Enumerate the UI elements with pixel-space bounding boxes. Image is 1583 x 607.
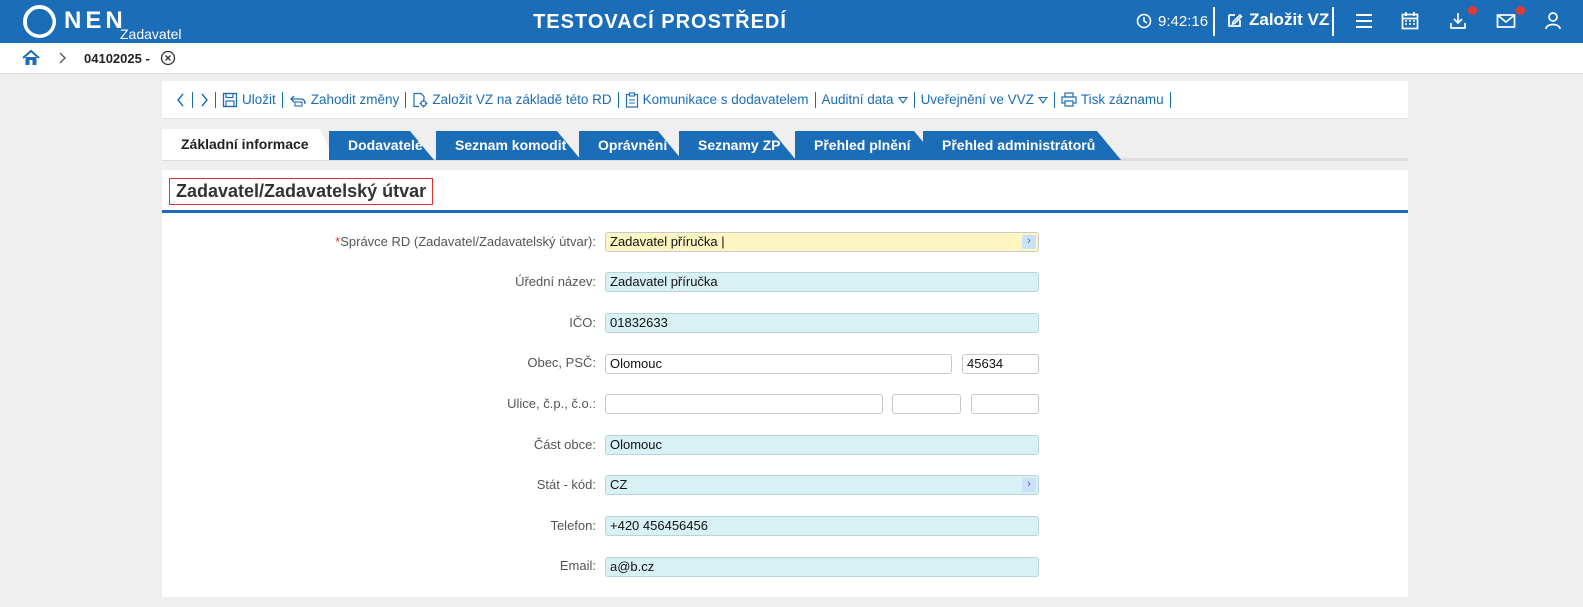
spravce-field[interactable]: Zadavatel příručka | › (605, 232, 1039, 252)
audit-label: Auditní data (821, 92, 894, 107)
breadcrumb: 04102025 - (0, 43, 1583, 74)
discard-label: Zahodit změny (310, 92, 400, 107)
select-chevron-icon[interactable]: › (1022, 478, 1036, 492)
discard-changes-button[interactable]: Zahodit změny (283, 92, 406, 107)
print-label: Tisk záznamu (1080, 92, 1164, 107)
tab-seznamy-zp[interactable]: Seznamy ZP (679, 131, 796, 160)
chevron-right-icon (201, 93, 208, 106)
notification-dot (1516, 6, 1525, 15)
obec-label: Obec, PSČ: (527, 355, 596, 370)
cp-field[interactable] (892, 394, 961, 414)
notification-dot (1468, 6, 1477, 15)
save-icon (222, 92, 238, 107)
divider (1332, 7, 1334, 36)
nazev-field[interactable]: Zadavatel příručka (605, 272, 1039, 292)
section-title: Zadavatel/Zadavatelský útvar (169, 178, 434, 205)
document-gear-icon (413, 92, 428, 107)
toolbar: Uložit Zahodit změny Založit VZ na zákla… (162, 81, 1408, 119)
triangle-down-icon (1037, 96, 1048, 104)
obec-field[interactable]: Olomouc (605, 354, 952, 374)
clock-icon (1136, 13, 1152, 29)
telefon-field[interactable]: +420 456456456 (605, 516, 1039, 536)
form-panel: Zadavatel/Zadavatelský útvar *Správce RD… (162, 170, 1408, 597)
top-bar: NEN Zadavatel TESTOVACÍ PROSTŘEDÍ 9:42:1… (0, 0, 1583, 43)
divider (1213, 7, 1215, 36)
ico-field[interactable]: 01832633 (605, 313, 1039, 333)
cast-obce-field[interactable]: Olomouc (605, 435, 1039, 455)
tab-seznam-komodit[interactable]: Seznam komodit (436, 131, 581, 160)
environment-title: TESTOVACÍ PROSTŘEDÍ (533, 11, 787, 33)
email-label: Email: (559, 558, 596, 573)
tab-prehled-administratoru[interactable]: Přehled administrátorů (923, 131, 1121, 160)
download-icon[interactable] (1449, 11, 1467, 31)
tab-dodavatele[interactable]: Dodavatelé (329, 131, 434, 160)
psc-field[interactable]: 45634 (962, 354, 1039, 374)
close-icon[interactable] (160, 50, 176, 66)
save-label: Uložit (242, 92, 276, 107)
chevron-left-icon (177, 93, 184, 106)
stat-field[interactable]: CZ › (605, 475, 1039, 495)
print-record-button[interactable]: Tisk záznamu (1055, 92, 1170, 107)
create-vz-from-rd-button[interactable]: Založit VZ na základě této RD (406, 92, 617, 108)
section-divider (162, 210, 1408, 213)
toolbar-divider (1169, 91, 1171, 108)
supplier-communication-button[interactable]: Komunikace s dodavatelem (619, 91, 815, 108)
clipboard-icon (625, 91, 638, 108)
mail-icon[interactable] (1496, 11, 1516, 31)
breadcrumb-record[interactable]: 04102025 - (84, 51, 150, 66)
user-icon[interactable] (1544, 11, 1562, 31)
co-field[interactable] (971, 394, 1039, 414)
tab-opravneni[interactable]: Oprávnění (579, 131, 682, 160)
telefon-label: Telefon: (550, 518, 596, 533)
printer-icon (1061, 92, 1077, 107)
ulice-label: Ulice, č.p., č.o.: (507, 396, 596, 411)
audit-data-dropdown[interactable]: Auditní data (816, 92, 914, 107)
tab-prehled-plneni[interactable]: Přehled plnění (795, 131, 938, 160)
back-button[interactable] (170, 93, 192, 107)
calendar-icon[interactable] (1401, 11, 1419, 31)
publish-label: Uveřejnění ve VVZ (920, 92, 1034, 107)
select-chevron-icon[interactable]: › (1022, 235, 1036, 249)
home-icon[interactable] (22, 49, 40, 67)
stat-label: Stát - kód: (536, 477, 596, 492)
create-vz-label: Založit VZ (1249, 10, 1330, 29)
ulice-field[interactable] (605, 394, 883, 414)
ico-label: IČO: (569, 315, 596, 330)
tab-zakladni-informace[interactable]: Základní informace (162, 129, 334, 160)
chevron-right-icon (59, 52, 66, 64)
cast-obce-label: Část obce: (533, 437, 596, 452)
create-vz-button[interactable]: Založit VZ (1226, 10, 1329, 30)
spravce-label: *Správce RD (Zadavatel/Zadavatelský útva… (335, 234, 596, 249)
publish-vvz-dropdown[interactable]: Uveřejnění ve VVZ (915, 92, 1054, 107)
tab-bar: Základní informace Dodavatelé Seznam kom… (162, 129, 1408, 161)
edit-icon (1228, 13, 1243, 27)
create-vz-from-rd-label: Založit VZ na základě této RD (432, 92, 612, 107)
triangle-down-icon (897, 96, 908, 104)
communication-label: Komunikace s dodavatelem (642, 92, 809, 107)
email-field[interactable]: a@b.cz (605, 557, 1039, 577)
session-time: 9:42:16 (1158, 13, 1209, 30)
undo-icon (289, 95, 306, 107)
menu-icon[interactable] (1355, 11, 1373, 31)
save-button[interactable]: Uložit (216, 92, 282, 108)
nazev-label: Úřední název: (515, 274, 596, 289)
forward-button[interactable] (193, 93, 215, 107)
